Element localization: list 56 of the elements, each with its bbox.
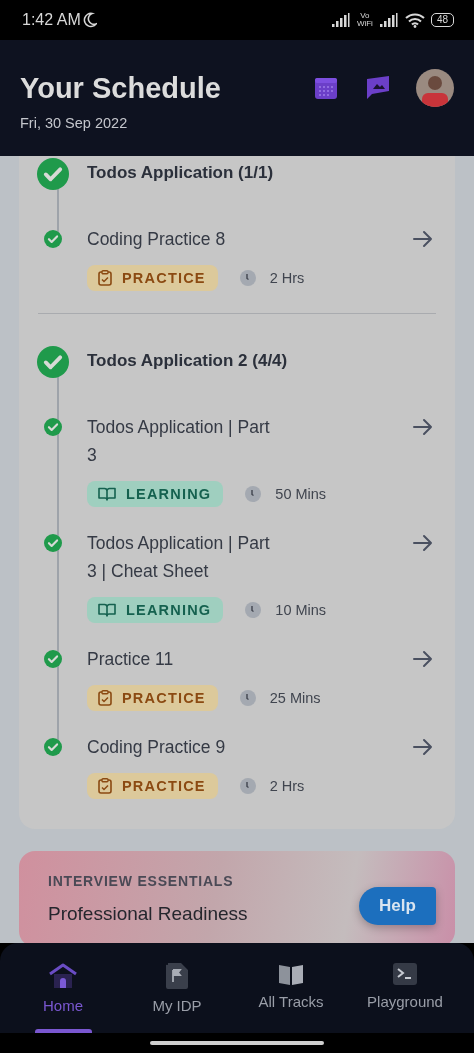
lesson-title[interactable]: Practice 11 <box>87 645 279 673</box>
book-icon <box>98 487 116 501</box>
clock-icon <box>245 602 262 618</box>
book-icon <box>278 963 304 985</box>
clipboard-icon <box>98 778 112 794</box>
section-label: INTERVIEW ESSENTIALS <box>48 873 235 889</box>
signal-icon <box>330 13 351 27</box>
clock-icon <box>239 778 256 794</box>
arrow-right-icon[interactable] <box>413 650 433 668</box>
duration-label: 25 Mins <box>269 690 321 706</box>
module-title: Todos Application 2 (4/4) <box>87 350 289 372</box>
nav-tab[interactable]: My IDP <box>120 943 234 1033</box>
active-indicator <box>34 1029 92 1033</box>
home-icon <box>49 963 77 989</box>
lesson-title[interactable]: Coding Practice 9 <box>87 733 279 761</box>
nav-tab[interactable]: Home <box>6 943 120 1033</box>
image-message-icon[interactable] <box>364 75 392 101</box>
clock-time: 1:42 AM <box>22 11 81 29</box>
clock-icon <box>239 270 256 286</box>
date-label: Fri, 30 Sep 2022 <box>20 115 129 131</box>
clipboard-icon <box>98 690 112 706</box>
network-label: Vo WiFi <box>356 12 373 28</box>
category-tag: LEARNING <box>87 481 224 507</box>
clock-icon <box>239 690 256 706</box>
arrow-right-icon[interactable] <box>413 230 433 248</box>
duration-label: 2 Hrs <box>269 778 305 794</box>
duration-label: 10 Mins <box>275 602 327 618</box>
category-tag: PRACTICE <box>87 773 218 799</box>
category-tag: LEARNING <box>87 597 224 623</box>
duration-label: 2 Hrs <box>269 270 305 286</box>
moon-icon <box>82 12 97 28</box>
card-title[interactable]: Professional Readiness <box>48 903 248 925</box>
duration-label: 50 Mins <box>275 486 327 502</box>
signal-icon <box>378 13 399 27</box>
lesson-title[interactable]: Todos Application | Part 3 <box>87 413 279 469</box>
terminal-icon <box>393 963 417 985</box>
lesson-title[interactable]: Todos Application | Part 3 | Cheat Sheet <box>87 529 279 585</box>
arrow-right-icon[interactable] <box>413 418 433 436</box>
help-button[interactable]: Help <box>359 887 436 925</box>
arrow-right-icon[interactable] <box>413 534 433 552</box>
page-title: Your Schedule <box>20 71 222 106</box>
module-title: Todos Application (1/1) <box>87 162 275 184</box>
calendar-icon[interactable] <box>314 76 338 100</box>
nav-tab[interactable]: Playground <box>348 943 462 1033</box>
book-icon <box>98 603 116 617</box>
category-tag: PRACTICE <box>87 265 218 291</box>
arrow-right-icon[interactable] <box>413 738 433 756</box>
category-tag: PRACTICE <box>87 685 218 711</box>
lesson-title[interactable]: Coding Practice 8 <box>87 225 279 253</box>
nav-tab[interactable]: All Tracks <box>234 943 348 1033</box>
avatar[interactable] <box>416 69 454 107</box>
battery-level: 48 <box>430 13 454 27</box>
clipboard-icon <box>98 270 112 286</box>
wifi-icon <box>404 12 425 28</box>
clock-icon <box>245 486 262 502</box>
flag-document-icon <box>166 963 188 989</box>
